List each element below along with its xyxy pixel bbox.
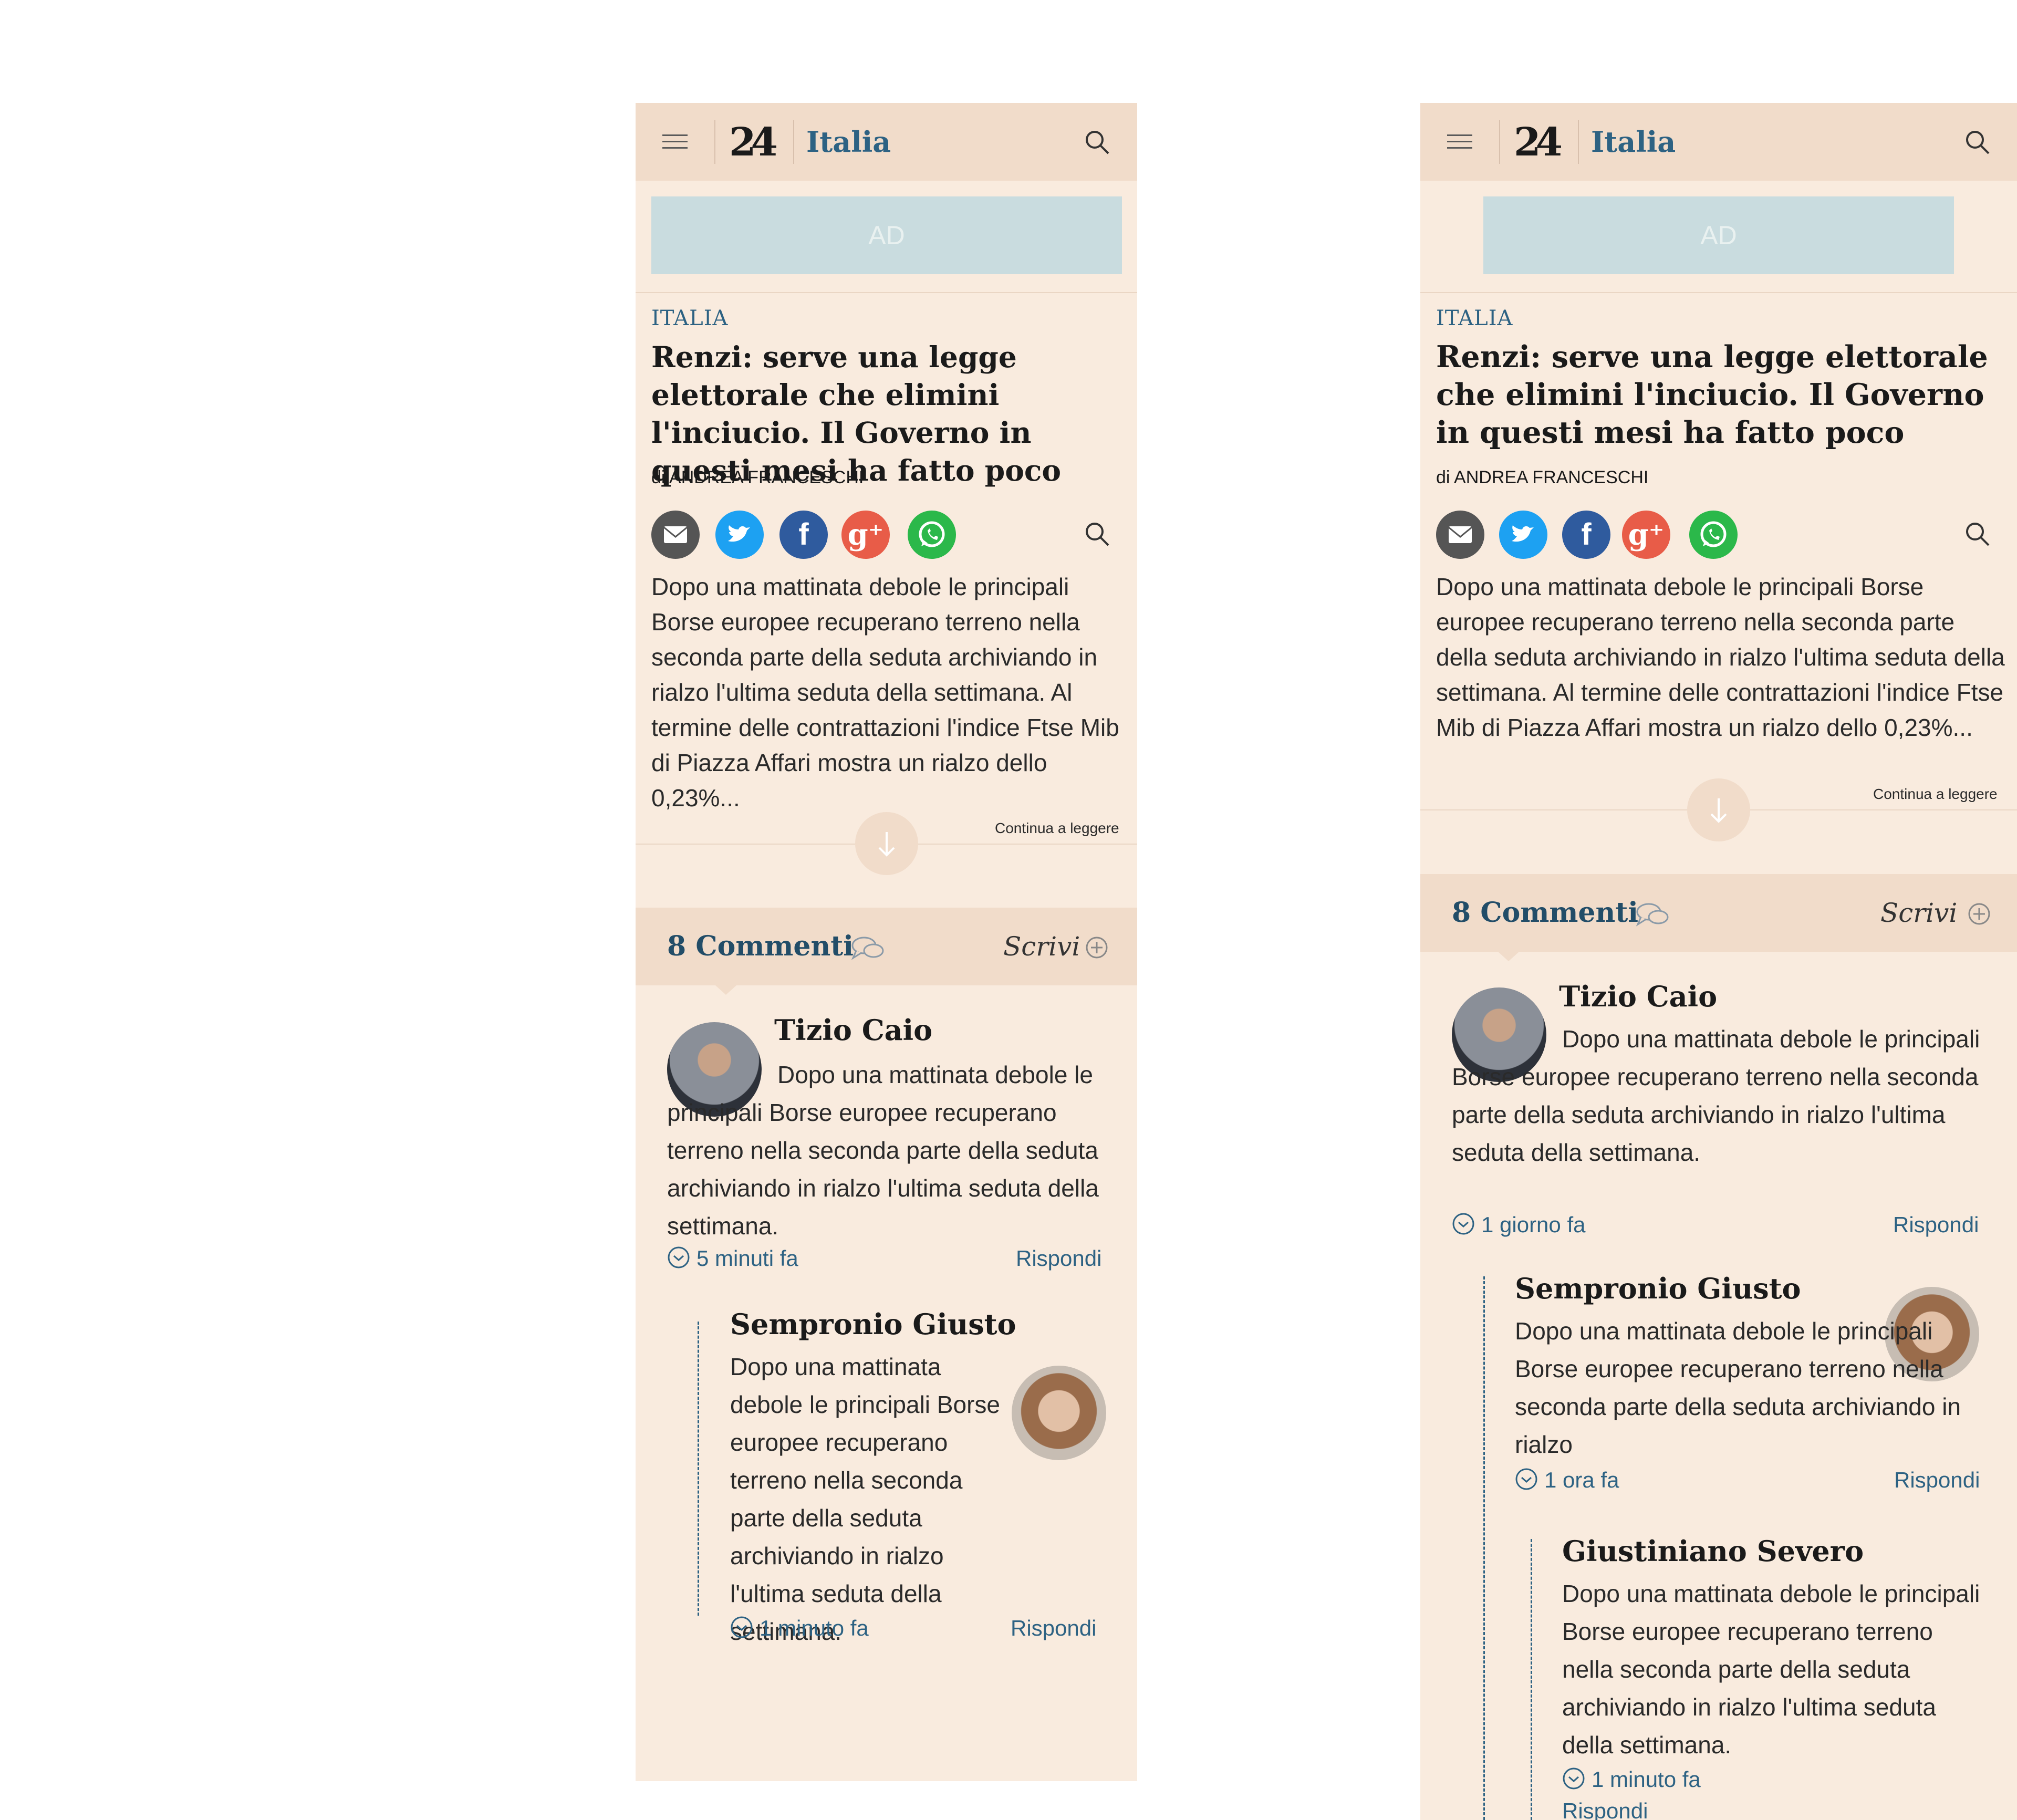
search-icon[interactable] <box>1964 521 1991 547</box>
clock-icon <box>1452 1213 1474 1235</box>
reply-button[interactable]: Rispondi <box>1011 1614 1096 1643</box>
google-plus-icon[interactable]: g⁺ <box>1622 511 1670 559</box>
comments-icon <box>1636 903 1669 927</box>
article-kicker[interactable]: ITALIA <box>1436 306 1513 330</box>
thread-line <box>698 1322 699 1616</box>
article-headline: Renzi: serve una legge elettorale che el… <box>1436 339 1988 450</box>
mobile-screen-b: 24 Italia AD ITALIA Renzi: serve una leg… <box>1420 103 2017 1820</box>
divider <box>1499 120 1500 164</box>
avatar[interactable] <box>1012 1366 1106 1460</box>
top-bar: 24 Italia <box>636 103 1137 181</box>
section-title[interactable]: Italia <box>806 122 891 161</box>
comment-time: 1 ora fa <box>1515 1465 1619 1495</box>
reply-button[interactable]: Rispondi <box>1016 1244 1101 1273</box>
arrow-down-icon <box>878 832 895 857</box>
reply-button[interactable]: Rispondi <box>1894 1465 1980 1495</box>
ad-banner[interactable]: AD <box>651 196 1122 274</box>
comment-text: Dopo una mattinata debole le principali … <box>1452 1025 1980 1166</box>
notch <box>1498 952 1519 961</box>
article-byline: di ANDREA FRANCESCHI <box>1436 467 1649 487</box>
top-bar: 24 Italia <box>1420 103 2017 181</box>
comment-text: Dopo una mattinata debole le principali … <box>730 1353 1000 1645</box>
reply-button[interactable]: Rispondi <box>1562 1796 1648 1820</box>
comments-title[interactable]: 8 Commenti <box>667 927 854 966</box>
facebook-icon[interactable]: f <box>1562 511 1610 559</box>
comment-time: 1 minuto fa <box>1562 1765 1701 1794</box>
reply-button[interactable]: Rispondi <box>1893 1210 1979 1240</box>
comments-title[interactable]: 8 Commenti <box>1452 893 1638 933</box>
comment-text: Dopo una mattinata debole le principali … <box>1515 1317 1961 1458</box>
logo[interactable]: 24 <box>1514 119 1563 166</box>
search-icon[interactable] <box>1964 129 1991 155</box>
comment-time-label: 5 minuti fa <box>696 1246 798 1271</box>
facebook-icon[interactable]: f <box>779 511 828 559</box>
clock-icon <box>1515 1468 1537 1490</box>
comment-time: 5 minuti fa <box>667 1244 798 1273</box>
google-plus-icon[interactable]: g⁺ <box>841 511 890 559</box>
twitter-icon[interactable] <box>715 511 764 559</box>
continue-reading-link[interactable]: Continua a leggere <box>1873 786 1998 803</box>
comment-text: Dopo una mattinata debole le principali … <box>1562 1580 1980 1759</box>
plus-icon[interactable] <box>1968 902 1991 925</box>
menu-icon[interactable] <box>662 134 688 150</box>
comment-text: Dopo una mattinata debole le principali … <box>667 1061 1099 1240</box>
expand-button[interactable] <box>855 812 918 875</box>
divider <box>793 120 794 164</box>
search-icon[interactable] <box>1084 521 1110 547</box>
mobile-screen-a: 24 Italia AD ITALIA Renzi: serve una leg… <box>636 103 1137 1781</box>
divider <box>636 292 1137 293</box>
divider <box>1420 292 2017 293</box>
logo[interactable]: 24 <box>729 119 778 166</box>
clock-icon <box>731 1616 753 1638</box>
article-headline: Renzi: serve una legge elettorale che el… <box>651 340 1062 487</box>
comment-author[interactable]: Tizio Caio <box>774 1012 932 1048</box>
clock-icon <box>668 1246 690 1268</box>
comment-author[interactable]: Tizio Caio <box>1559 978 1717 1015</box>
comments-bar: 8 Commenti Scrivi <box>1420 874 2017 952</box>
plus-icon[interactable] <box>1085 936 1108 959</box>
menu-icon[interactable] <box>1447 134 1472 150</box>
section-title[interactable]: Italia <box>1591 122 1676 161</box>
article-kicker[interactable]: ITALIA <box>651 306 728 330</box>
expand-button[interactable] <box>1687 778 1750 841</box>
thread-line <box>1483 1276 1485 1820</box>
comment-author[interactable]: Sempronio Giusto <box>1515 1270 1801 1307</box>
comment-time-label: 1 ora fa <box>1544 1468 1619 1492</box>
ad-banner[interactable]: AD <box>1483 196 1954 274</box>
article-excerpt: Dopo una mattinata debole le principali … <box>651 573 1119 812</box>
write-comment-button[interactable]: Scrivi <box>1880 893 1957 933</box>
comment-author[interactable]: Sempronio Giusto <box>730 1306 1016 1343</box>
whatsapp-icon[interactable] <box>1689 511 1738 559</box>
article-byline: di ANDREA FRANCESCHI <box>651 467 864 487</box>
article-excerpt: Dopo una mattinata debole le principali … <box>1436 573 2005 741</box>
comment-time: 1 minuto fa <box>730 1614 869 1643</box>
arrow-down-icon <box>1710 798 1727 823</box>
comment-time-label: 1 giorno fa <box>1481 1212 1586 1237</box>
comment-author[interactable]: Giustiniano Severo <box>1562 1533 1864 1569</box>
thread-line <box>1531 1539 1532 1820</box>
clock-icon <box>1563 1767 1585 1790</box>
notch <box>715 985 736 995</box>
divider <box>714 120 715 164</box>
continue-reading-link[interactable]: Continua a leggere <box>995 820 1119 837</box>
comments-icon <box>851 937 884 960</box>
search-icon[interactable] <box>1084 129 1110 155</box>
mail-icon[interactable] <box>651 511 700 559</box>
twitter-icon[interactable] <box>1499 511 1547 559</box>
write-comment-button[interactable]: Scrivi <box>1003 927 1080 966</box>
comments-bar: 8 Commenti Scrivi <box>636 908 1137 985</box>
comment-time: 1 giorno fa <box>1452 1210 1585 1240</box>
divider <box>1578 120 1579 164</box>
whatsapp-icon[interactable] <box>908 511 956 559</box>
comment-time-label: 1 minuto fa <box>760 1616 869 1640</box>
mail-icon[interactable] <box>1436 511 1484 559</box>
comment-time-label: 1 minuto fa <box>1592 1767 1701 1792</box>
